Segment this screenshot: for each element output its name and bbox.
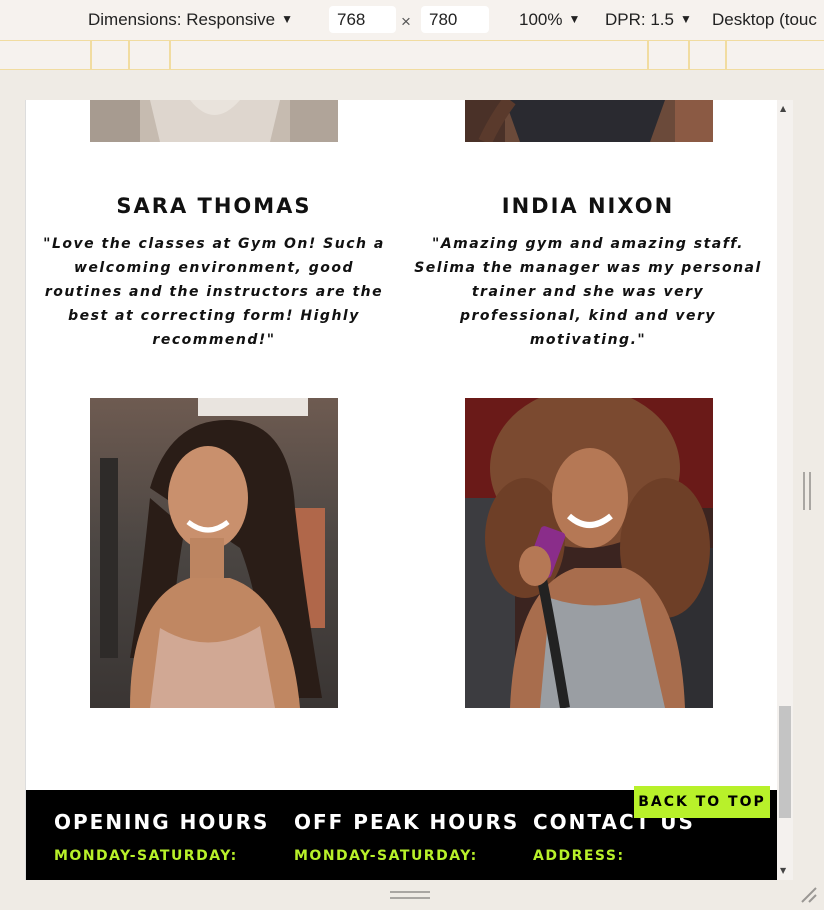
dimensions-select[interactable]: Dimensions: Responsive ▼	[88, 9, 293, 32]
ruler-tick	[128, 41, 130, 69]
width-input[interactable]: 768	[329, 6, 396, 33]
page-viewport: SARA THOMAS INDIA NIXON "Love the classe…	[25, 100, 777, 880]
resize-handle-right[interactable]	[803, 472, 813, 510]
dpr-select[interactable]: DPR: 1.5 ▼	[605, 9, 692, 32]
testimonial-photo-woman-curly-hair	[90, 398, 338, 708]
page-scrollbar[interactable]: ▲ ▼	[777, 100, 793, 880]
testimonial-name: INDIA NIXON	[501, 194, 675, 218]
footer-heading: OPENING HOURS	[54, 810, 270, 834]
height-input[interactable]: 780	[421, 6, 489, 33]
footer-heading: OFF PEAK HOURS	[294, 810, 520, 834]
ruler-tick	[647, 41, 649, 69]
testimonial-photo-sara	[90, 100, 338, 142]
chevron-down-icon: ▼	[568, 12, 581, 26]
scroll-down-icon[interactable]: ▼	[780, 866, 786, 875]
testimonial-name: SARA THOMAS	[116, 194, 312, 218]
ruler-tick	[90, 41, 92, 69]
testimonial-quote: "Amazing gym and amazing staff. Selima t…	[414, 236, 762, 348]
zoom-label: 100%	[519, 10, 563, 29]
media-query-ruler[interactable]	[0, 40, 824, 70]
testimonial-photo-india	[465, 100, 713, 142]
chevron-down-icon: ▼	[281, 12, 293, 26]
zoom-select[interactable]: 100% ▼	[519, 9, 580, 32]
resize-corner-icon[interactable]	[798, 884, 818, 904]
testimonial-photo-woman-with-phone	[465, 398, 713, 708]
footer-opening-hours: OPENING HOURS MONDAY-SATURDAY:	[54, 810, 269, 864]
scrollbar-thumb[interactable]	[779, 706, 791, 818]
device-mode-select[interactable]: Desktop (touc	[712, 9, 817, 31]
resize-handle-bottom[interactable]	[390, 891, 430, 901]
footer-contact-us: CONTACT US ADDRESS:	[533, 810, 695, 864]
footer-subheading: MONDAY-SATURDAY:	[294, 848, 478, 864]
devtools-toolbar: Dimensions: Responsive ▼ 768 × 780 100% ▼ …	[0, 0, 824, 40]
dpr-label: DPR: 1.5	[605, 10, 674, 29]
testimonial-quote: "Love the classes at Gym On! Such a welc…	[43, 236, 385, 348]
ruler-tick	[688, 41, 690, 69]
ruler-tick	[725, 41, 727, 69]
times-icon: ×	[401, 12, 411, 31]
dimensions-label: Dimensions: Responsive	[88, 10, 276, 29]
footer-off-peak-hours: OFF PEAK HOURS MONDAY-SATURDAY:	[294, 810, 519, 864]
footer-subheading: ADDRESS:	[533, 848, 625, 864]
footer-subheading: MONDAY-SATURDAY:	[54, 848, 238, 864]
back-to-top-button[interactable]: BACK TO TOP	[634, 786, 770, 818]
ruler-tick	[169, 41, 171, 69]
chevron-down-icon: ▼	[679, 12, 692, 26]
scroll-up-icon[interactable]: ▲	[780, 104, 786, 113]
